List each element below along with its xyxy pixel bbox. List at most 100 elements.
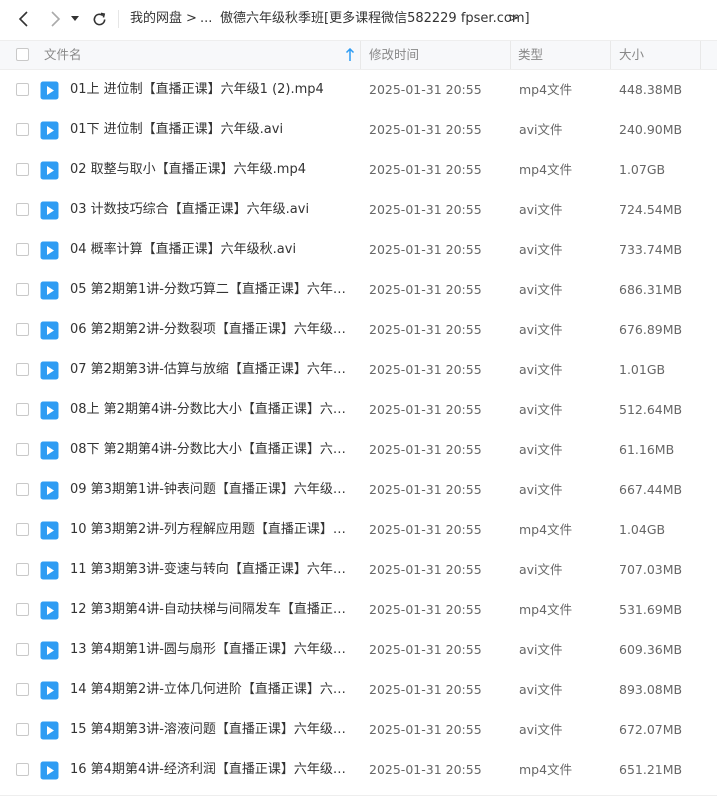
file-row[interactable]: 10 第3期第2讲-列方程解应用题【直播正课】六年... 2025-01-31 2… — [0, 510, 717, 550]
file-row[interactable]: 01上 进位制【直播正课】六年级1 (2).mp4 2025-01-31 20:5… — [0, 70, 717, 110]
column-divider[interactable] — [610, 41, 611, 69]
file-row[interactable]: 02 取整与取小【直播正课】六年级.mp4 2025-01-31 20:55 mp4… — [0, 150, 717, 190]
file-size: 893.08MB — [619, 682, 683, 697]
file-name[interactable]: 10 第3期第2讲-列方程解应用题【直播正课】六年... — [70, 510, 350, 550]
file-modified-time: 2025-01-31 20:55 — [369, 602, 482, 617]
file-modified-time: 2025-01-31 20:55 — [369, 282, 482, 297]
video-file-icon — [40, 361, 59, 380]
row-checkbox[interactable] — [16, 83, 29, 96]
file-type: avi文件 — [519, 722, 563, 737]
column-header-modified[interactable]: 修改时间 — [369, 41, 419, 69]
column-divider[interactable] — [360, 41, 361, 69]
row-checkbox[interactable] — [16, 323, 29, 336]
history-dropdown-button[interactable] — [67, 8, 83, 30]
file-row[interactable]: 12 第3期第4讲-自动扶梯与间隔发车【直播正课】... 2025-01-31 2… — [0, 590, 717, 630]
file-modified-time: 2025-01-31 20:55 — [369, 442, 482, 457]
file-row[interactable]: 09 第3期第1讲-钟表问题【直播正课】六年级秋.avi 2025-01-31 2… — [0, 470, 717, 510]
file-type: mp4文件 — [519, 522, 573, 537]
file-name[interactable]: 12 第3期第4讲-自动扶梯与间隔发车【直播正课】... — [70, 590, 350, 630]
row-checkbox[interactable] — [16, 243, 29, 256]
file-name[interactable]: 15 第4期第3讲-溶液问题【直播正课】六年级秋.avi — [70, 710, 350, 750]
back-button[interactable] — [13, 8, 35, 30]
column-header-name[interactable]: 文件名 — [44, 41, 82, 69]
file-modified-time: 2025-01-31 20:55 — [369, 482, 482, 497]
file-row[interactable]: 06 第2期第2讲-分数裂项【直播正课】六年级秋.avi 2025-01-31 2… — [0, 310, 717, 350]
file-name[interactable]: 11 第3期第3讲-变速与转向【直播正课】六年级秋.... — [70, 550, 350, 590]
file-name[interactable]: 01上 进位制【直播正课】六年级1 (2).mp4 — [70, 70, 350, 110]
file-type: avi文件 — [519, 442, 563, 457]
forward-button[interactable] — [44, 8, 66, 30]
toolbar: 我的网盘 > ... 傲德六年级秋季班[更多课程微信582229 fpser.c… — [0, 0, 717, 38]
file-row[interactable]: 08上 第2期第4讲-分数比大小【直播正课】六年级... 2025-01-31 2… — [0, 390, 717, 430]
file-name[interactable]: 13 第4期第1讲-圆与扇形【直播正课】六年级秋.avi — [70, 630, 350, 670]
row-checkbox[interactable] — [16, 443, 29, 456]
breadcrumb-current[interactable]: 傲德六年级秋季班[更多课程微信582229 fpser.com] — [220, 10, 530, 28]
toolbar-divider — [118, 10, 119, 28]
video-file-icon — [40, 561, 59, 580]
row-checkbox[interactable] — [16, 483, 29, 496]
file-row[interactable]: 11 第3期第3讲-变速与转向【直播正课】六年级秋.... 2025-01-31 … — [0, 550, 717, 590]
row-checkbox[interactable] — [16, 563, 29, 576]
select-all-checkbox[interactable] — [16, 48, 29, 61]
file-row[interactable]: 05 第2期第1讲-分数巧算二【直播正课】六年级秋.... 2025-01-31 … — [0, 270, 717, 310]
video-file-icon — [40, 321, 59, 340]
file-name[interactable]: 03 计数技巧综合【直播正课】六年级.avi — [70, 190, 350, 230]
file-size: 512.64MB — [619, 402, 683, 417]
breadcrumb-ellipsis[interactable]: ... — [200, 10, 212, 28]
file-name[interactable]: 06 第2期第2讲-分数裂项【直播正课】六年级秋.avi — [70, 310, 350, 350]
file-size: 724.54MB — [619, 202, 683, 217]
file-name[interactable]: 01下 进位制【直播正课】六年级.avi — [70, 110, 350, 150]
file-modified-time: 2025-01-31 20:55 — [369, 522, 482, 537]
row-checkbox[interactable] — [16, 683, 29, 696]
file-type: mp4文件 — [519, 762, 573, 777]
row-checkbox[interactable] — [16, 603, 29, 616]
file-size: 1.04GB — [619, 522, 666, 537]
file-row[interactable]: 13 第4期第1讲-圆与扇形【直播正课】六年级秋.avi 2025-01-31 2… — [0, 630, 717, 670]
file-name[interactable]: 09 第3期第1讲-钟表问题【直播正课】六年级秋.avi — [70, 470, 350, 510]
file-row[interactable]: 16 第4期第4讲-经济利润【直播正课】六年级秋完... 2025-01-31 2… — [0, 750, 717, 790]
refresh-icon — [93, 12, 105, 25]
column-divider[interactable] — [700, 41, 701, 69]
file-name[interactable]: 08上 第2期第4讲-分数比大小【直播正课】六年级... — [70, 390, 350, 430]
file-modified-time: 2025-01-31 20:55 — [369, 722, 482, 737]
file-row[interactable]: 15 第4期第3讲-溶液问题【直播正课】六年级秋.avi 2025-01-31 2… — [0, 710, 717, 750]
row-checkbox[interactable] — [16, 363, 29, 376]
file-name[interactable]: 04 概率计算【直播正课】六年级秋.avi — [70, 230, 350, 270]
breadcrumb-separator: > — [186, 11, 197, 26]
video-file-icon — [40, 121, 59, 140]
row-checkbox[interactable] — [16, 523, 29, 536]
column-header-type[interactable]: 类型 — [518, 41, 543, 69]
column-header-size[interactable]: 大小 — [619, 41, 644, 69]
breadcrumb-root[interactable]: 我的网盘 — [130, 10, 182, 28]
row-checkbox[interactable] — [16, 283, 29, 296]
file-modified-time: 2025-01-31 20:55 — [369, 242, 482, 257]
video-file-icon — [40, 601, 59, 620]
file-modified-time: 2025-01-31 20:55 — [369, 642, 482, 657]
file-size: 651.21MB — [619, 762, 683, 777]
file-row[interactable]: 01下 进位制【直播正课】六年级.avi 2025-01-31 20:55 avi文… — [0, 110, 717, 150]
file-row[interactable]: 07 第2期第3讲-估算与放缩【直播正课】六年级秋.... 2025-01-31 … — [0, 350, 717, 390]
row-checkbox[interactable] — [16, 163, 29, 176]
file-row[interactable]: 03 计数技巧综合【直播正课】六年级.avi 2025-01-31 20:55 av… — [0, 190, 717, 230]
file-name[interactable]: 14 第4期第2讲-立体几何进阶【直播正课】六年级... — [70, 670, 350, 710]
column-divider[interactable] — [510, 41, 511, 69]
row-checkbox[interactable] — [16, 203, 29, 216]
file-name[interactable]: 05 第2期第1讲-分数巧算二【直播正课】六年级秋.... — [70, 270, 350, 310]
file-row[interactable]: 08下 第2期第4讲-分数比大小【直播正课】六年级... 2025-01-31 2… — [0, 430, 717, 470]
row-checkbox[interactable] — [16, 643, 29, 656]
file-name[interactable]: 02 取整与取小【直播正课】六年级.mp4 — [70, 150, 350, 190]
refresh-button[interactable] — [88, 8, 110, 30]
file-size: 1.07GB — [619, 162, 666, 177]
file-modified-time: 2025-01-31 20:55 — [369, 402, 482, 417]
row-checkbox[interactable] — [16, 123, 29, 136]
row-checkbox[interactable] — [16, 403, 29, 416]
row-checkbox[interactable] — [16, 763, 29, 776]
file-row[interactable]: 14 第4期第2讲-立体几何进阶【直播正课】六年级... 2025-01-31 2… — [0, 670, 717, 710]
file-size: 667.44MB — [619, 482, 683, 497]
file-name[interactable]: 07 第2期第3讲-估算与放缩【直播正课】六年级秋.... — [70, 350, 350, 390]
file-name[interactable]: 16 第4期第4讲-经济利润【直播正课】六年级秋完... — [70, 750, 350, 790]
file-row[interactable]: 04 概率计算【直播正课】六年级秋.avi 2025-01-31 20:55 avi… — [0, 230, 717, 270]
row-checkbox[interactable] — [16, 723, 29, 736]
file-name[interactable]: 08下 第2期第4讲-分数比大小【直播正课】六年级... — [70, 430, 350, 470]
sort-ascending-icon[interactable] — [345, 48, 355, 62]
